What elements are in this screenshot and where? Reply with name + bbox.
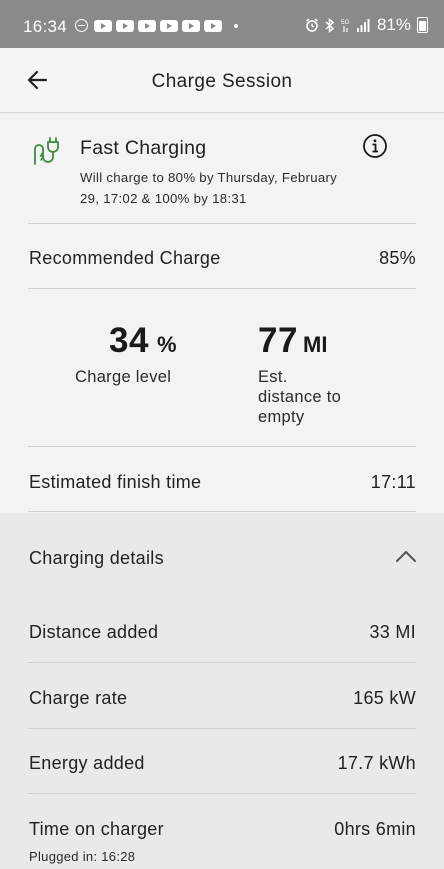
divider <box>28 288 416 289</box>
status-bar: 16:34 5G 81% <box>0 0 444 48</box>
energy-added-value: 17.7 kWh <box>337 753 416 773</box>
divider <box>28 662 416 663</box>
divider <box>28 223 416 224</box>
app-header: Charge Session <box>0 48 444 113</box>
divider <box>28 793 416 794</box>
youtube-icon <box>116 19 134 32</box>
charging-details-panel: Charging details Distance added 33 MI Ch… <box>0 513 444 869</box>
youtube-icon <box>204 19 222 32</box>
divider <box>28 728 416 729</box>
finish-time-value: 17:11 <box>370 472 416 492</box>
energy-added-label: Energy added <box>29 753 145 773</box>
signal-icon <box>356 19 370 32</box>
chevron-up-icon <box>396 551 416 562</box>
youtube-icon <box>138 19 156 32</box>
time-on-charger-value: 0hrs 6min <box>334 819 416 839</box>
divider <box>28 446 416 447</box>
dnd-icon <box>75 19 88 32</box>
charging-plug-icon <box>34 137 59 165</box>
bluetooth-icon <box>325 17 335 33</box>
divider <box>28 511 416 512</box>
charge-summary: Fast Charging Will charge to 80% by Thur… <box>0 113 444 513</box>
system-icons: 5G 81% <box>305 15 428 35</box>
charging-status-title: Fast Charging <box>80 137 207 159</box>
svg-text:5G: 5G <box>341 19 350 26</box>
charge-level-label: Charge level <box>75 368 172 386</box>
collapse-button[interactable] <box>394 549 418 565</box>
status-time: 16:34 <box>23 17 68 36</box>
distance-added-value: 33 MI <box>369 622 416 642</box>
youtube-icon <box>94 19 112 32</box>
distance-value: 77 <box>258 321 298 360</box>
charge-level-unit: % <box>157 332 177 357</box>
charge-level-value: 34 <box>109 321 149 360</box>
time-on-charger-label: Time on charger <box>29 819 164 839</box>
youtube-icon <box>160 19 178 32</box>
youtube-icon <box>182 19 200 32</box>
info-button[interactable] <box>362 133 388 159</box>
dot-icon <box>234 23 238 28</box>
notification-icons <box>75 19 238 32</box>
distance-unit: MI <box>303 332 328 357</box>
battery-percent: 81% <box>376 15 411 34</box>
distance-added-label: Distance added <box>29 622 159 642</box>
charge-rate-value: 165 kW <box>353 688 416 708</box>
distance-label: Est. distance to empty <box>258 368 342 426</box>
battery-icon <box>417 17 428 33</box>
info-icon <box>363 134 387 158</box>
charging-details-title[interactable]: Charging details <box>29 548 164 569</box>
recommended-charge-label: Recommended Charge <box>29 248 221 268</box>
5g-icon: 5G <box>341 19 350 32</box>
charge-rate-label: Charge rate <box>29 688 128 708</box>
charging-status-description: Will charge to 80% by Thursday, February… <box>80 170 338 206</box>
finish-time-label: Estimated finish time <box>29 472 202 492</box>
page-title: Charge Session <box>151 71 293 92</box>
alarm-icon <box>306 18 318 32</box>
recommended-charge-value: 85% <box>379 248 416 268</box>
plugged-in-time: Plugged in: 16:28 <box>29 849 136 864</box>
